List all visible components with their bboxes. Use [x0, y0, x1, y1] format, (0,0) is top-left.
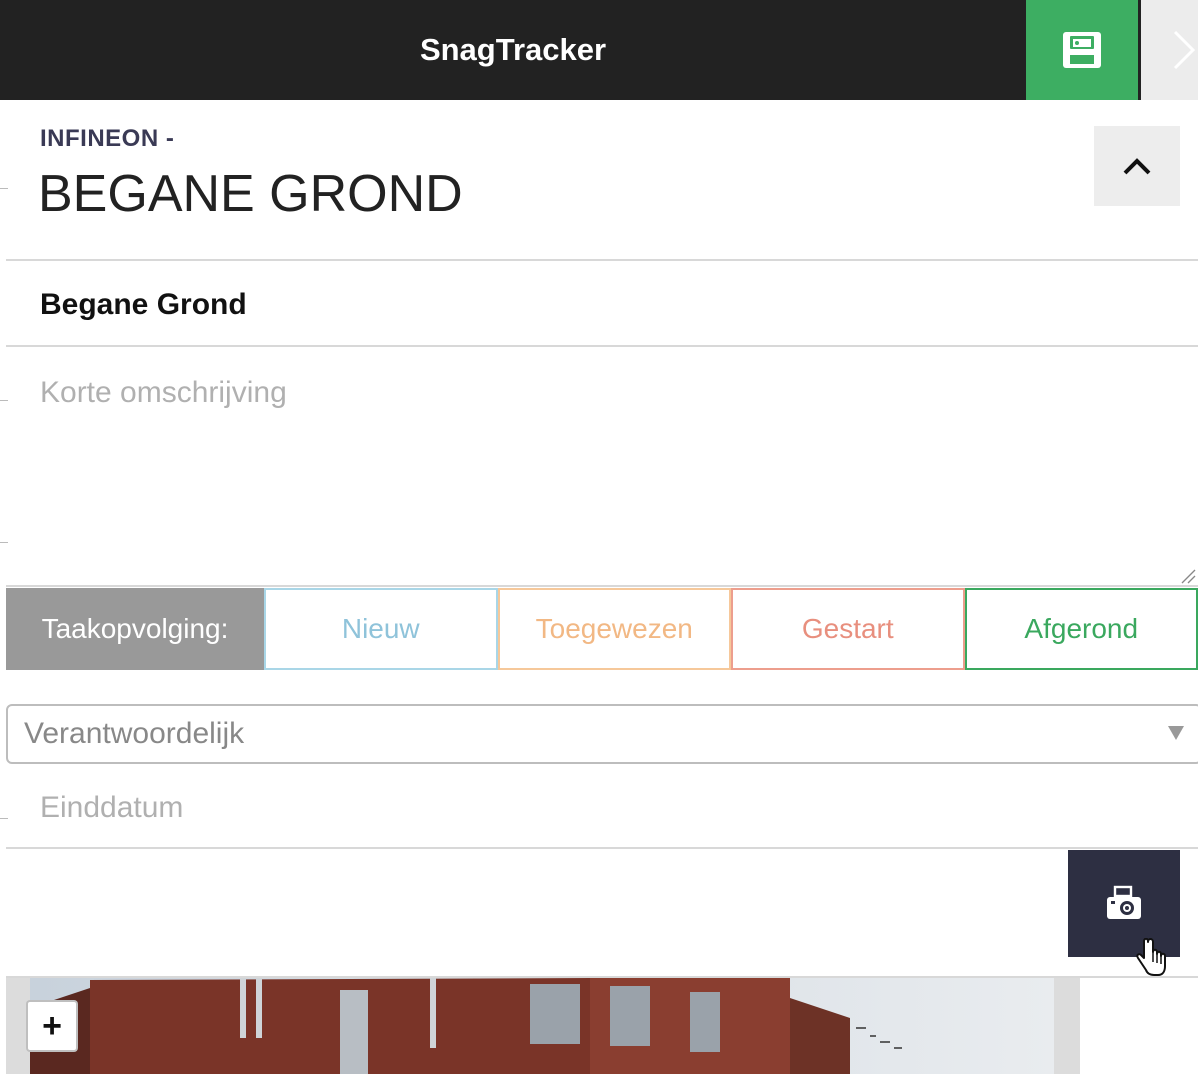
- divider: [6, 259, 1198, 261]
- building-illustration: [30, 978, 1054, 1074]
- status-selector: Taakopvolging: Nieuw Toegewezen Gestart …: [6, 588, 1198, 670]
- status-option-gestart[interactable]: Gestart: [731, 588, 965, 670]
- zoom-in-button[interactable]: +: [26, 1000, 78, 1052]
- floorplan-map[interactable]: +: [6, 978, 1080, 1074]
- hand-cursor-icon: [1136, 938, 1166, 976]
- next-button[interactable]: [1141, 0, 1198, 100]
- status-label: Taakopvolging:: [6, 588, 264, 670]
- divider: [6, 585, 1198, 587]
- save-icon: [1063, 32, 1101, 68]
- responsible-select[interactable]: Verantwoordelijk: [6, 704, 1198, 764]
- collapse-button[interactable]: [1094, 126, 1180, 206]
- snag-name: Begane Grond: [40, 288, 247, 321]
- project-label: INFINEON -: [40, 125, 175, 152]
- edge-tick: [0, 188, 8, 189]
- building-photo: [30, 978, 1054, 1074]
- dropdown-arrow-icon: [1168, 726, 1184, 740]
- resize-grip-icon[interactable]: [1180, 568, 1196, 584]
- save-button[interactable]: [1026, 0, 1138, 100]
- due-date-input[interactable]: [6, 770, 1198, 846]
- location-title: BEGANE GROND: [38, 165, 463, 223]
- description-textarea[interactable]: [6, 348, 1198, 586]
- divider: [6, 345, 1198, 347]
- top-bar: SnagTracker: [0, 0, 1198, 100]
- chevron-up-icon: [1123, 158, 1151, 175]
- app-title: SnagTracker: [419, 32, 607, 67]
- responsible-select-value: Verantwoordelijk: [24, 717, 245, 750]
- status-option-toegewezen[interactable]: Toegewezen: [497, 588, 731, 670]
- status-option-afgerond[interactable]: Afgerond: [964, 588, 1198, 670]
- divider: [6, 847, 1198, 849]
- chevron-right-icon: [1173, 30, 1196, 70]
- camera-icon: [1107, 885, 1141, 919]
- status-option-nieuw[interactable]: Nieuw: [264, 588, 498, 670]
